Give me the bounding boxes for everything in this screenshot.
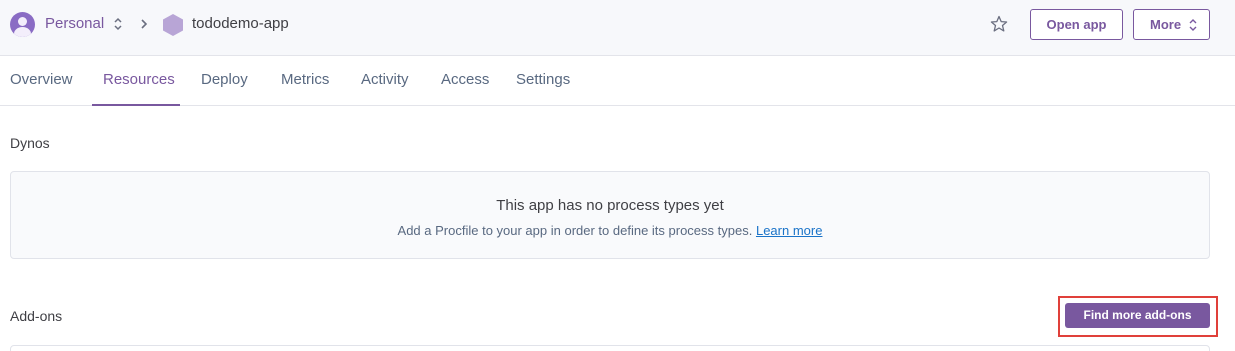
dynos-section-title: Dynos (10, 135, 50, 151)
chevron-right-icon (141, 19, 148, 29)
team-switcher[interactable]: Personal (45, 15, 104, 32)
app-name[interactable]: tododemo-app (192, 15, 289, 32)
tab-settings[interactable]: Settings (516, 71, 570, 88)
addons-panel (10, 345, 1210, 351)
addons-section-title: Add-ons (10, 308, 63, 324)
learn-more-link[interactable]: Learn more (756, 223, 822, 238)
active-tab-indicator (92, 104, 180, 106)
find-more-addons-button[interactable]: Find more add-ons (1065, 303, 1210, 328)
open-app-button[interactable]: Open app (1030, 9, 1123, 40)
more-button-label: More (1150, 17, 1182, 32)
tab-deploy[interactable]: Deploy (201, 71, 248, 88)
tab-overview[interactable]: Overview (10, 71, 73, 88)
star-icon[interactable] (990, 15, 1008, 33)
more-button[interactable]: More (1133, 9, 1210, 40)
app-tabs: Overview Resources Deploy Metrics Activi… (0, 56, 1235, 106)
updown-chevron-icon[interactable] (112, 16, 124, 32)
tab-activity[interactable]: Activity (361, 71, 409, 88)
empty-state-description: Add a Procfile to your app in order to d… (11, 223, 1209, 238)
tab-access[interactable]: Access (441, 71, 489, 88)
tab-resources[interactable]: Resources (103, 71, 175, 88)
dynos-empty-state: This app has no process types yet Add a … (10, 171, 1210, 259)
tab-metrics[interactable]: Metrics (281, 71, 329, 88)
app-header: Personal tododemo-app Open app More (0, 0, 1235, 56)
updown-chevron-icon (1189, 19, 1197, 31)
user-avatar-icon[interactable] (10, 12, 35, 37)
empty-state-heading: This app has no process types yet (496, 197, 724, 214)
app-hexagon-icon (163, 14, 183, 36)
empty-state-text: Add a Procfile to your app in order to d… (397, 223, 753, 238)
